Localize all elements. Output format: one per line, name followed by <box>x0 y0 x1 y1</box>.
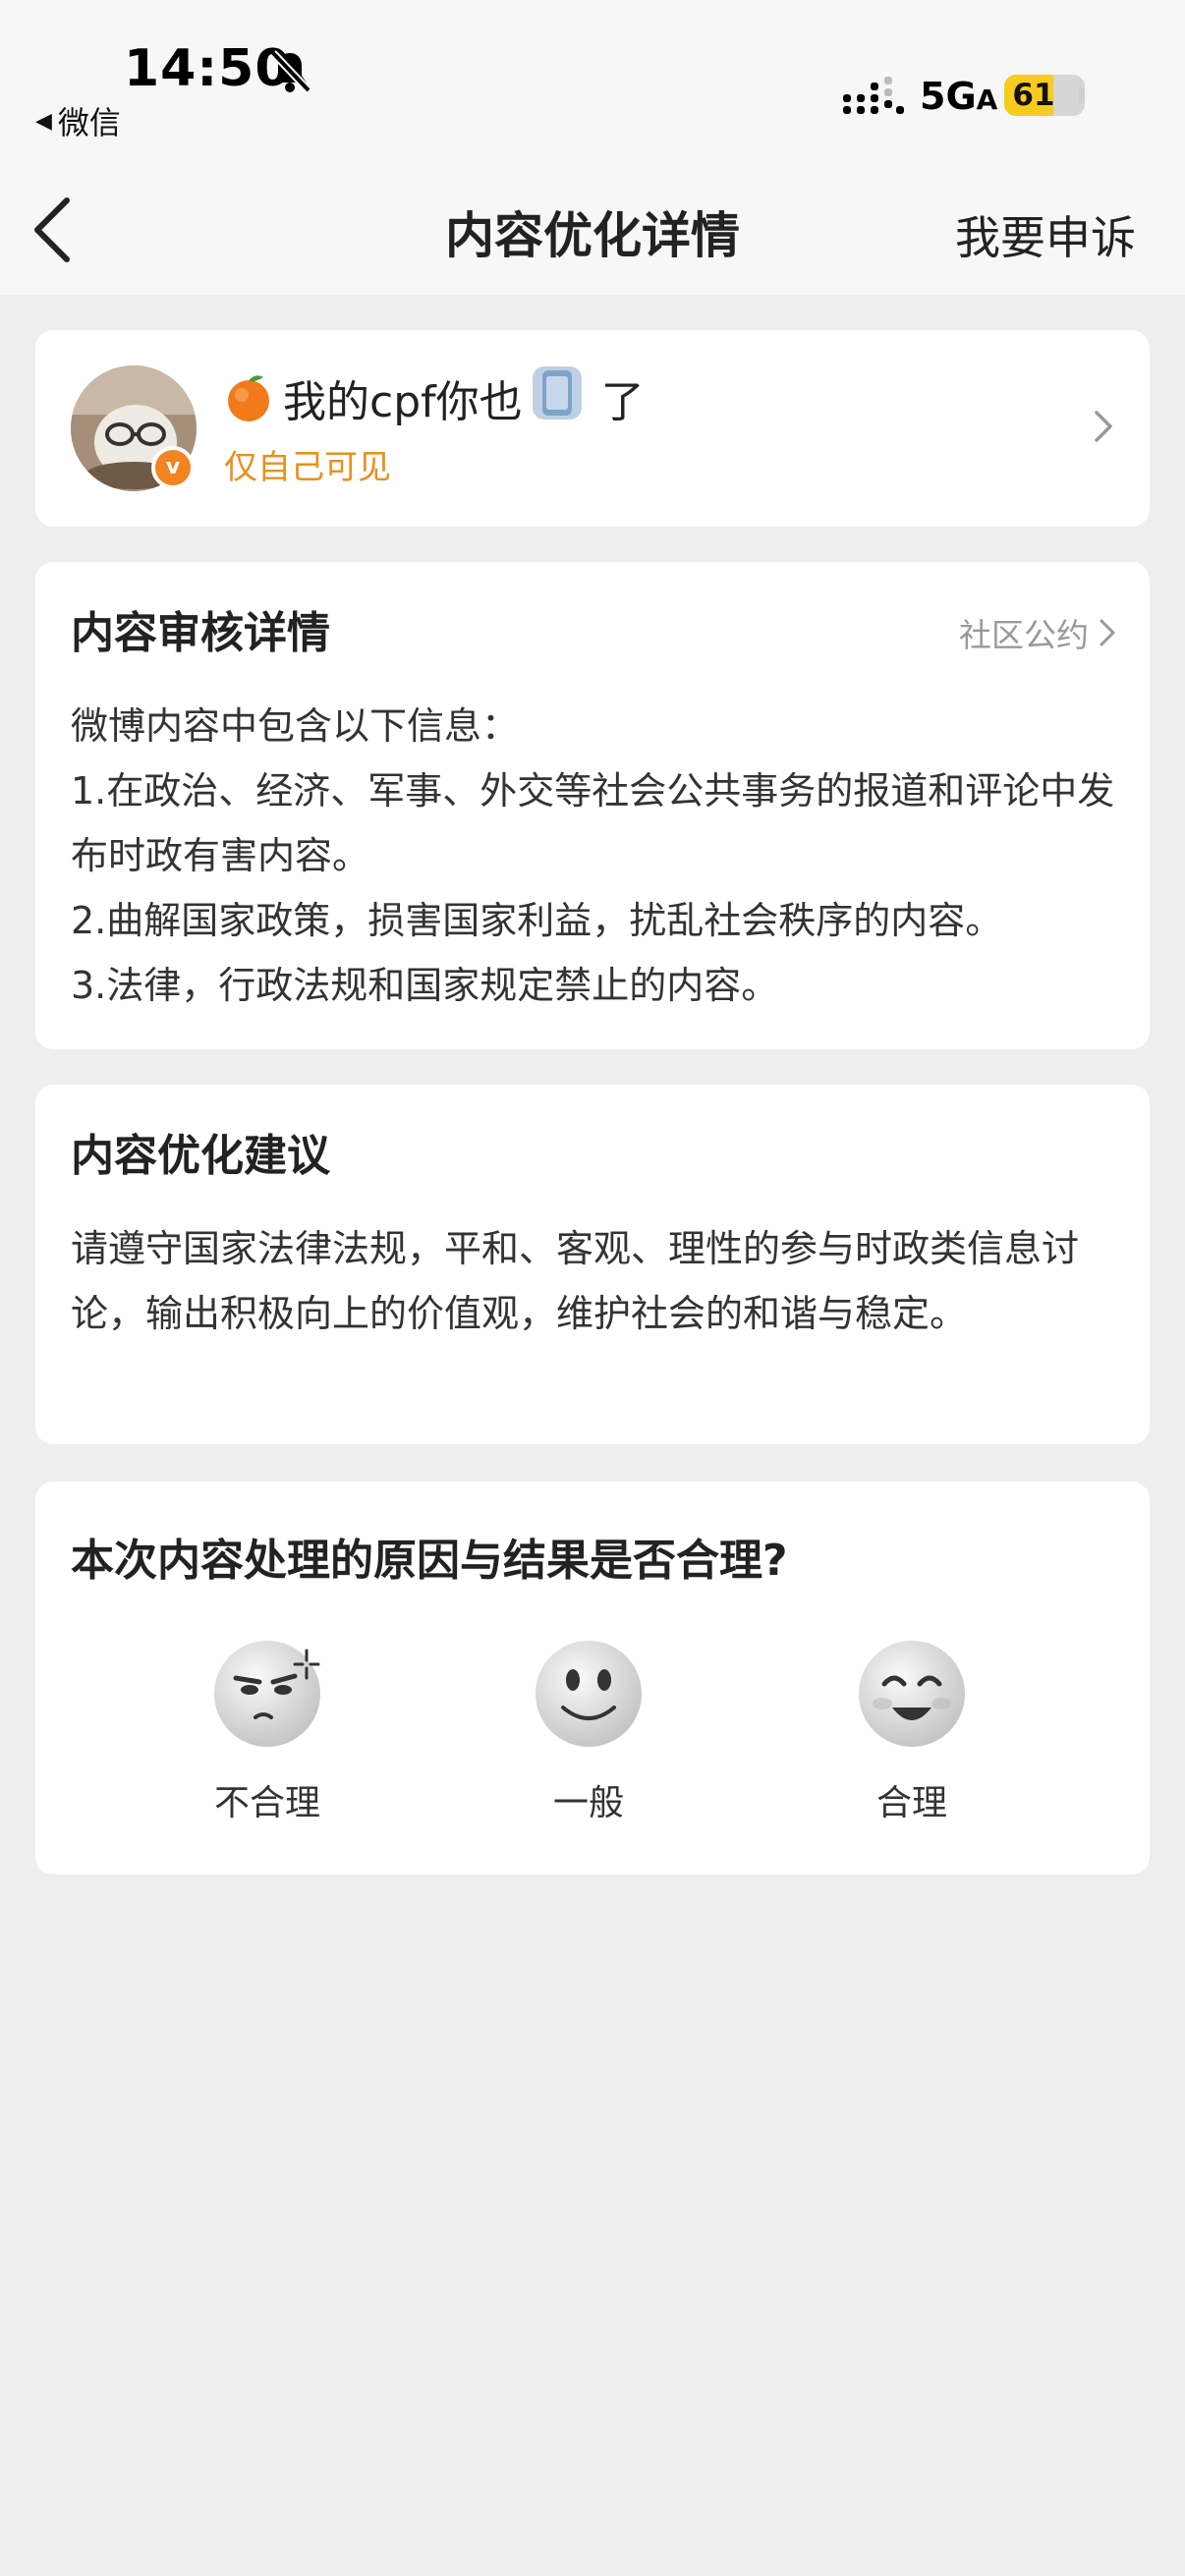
visibility-label: 仅自己可见 <box>224 448 391 487</box>
post-title-suffix: 了 <box>600 377 645 427</box>
status-time: 14:50 <box>124 39 292 98</box>
battery-tip <box>1079 87 1085 103</box>
review-details-card: 内容审核详情 社区公约 微博内容中包含以下信息： 1.在政治、经济、军事、外交等… <box>35 562 1150 1049</box>
chevron-right-icon <box>1100 619 1115 646</box>
community-guidelines-link[interactable]: 社区公约 <box>959 609 1116 656</box>
feedback-option-label: 不合理 <box>213 1783 320 1823</box>
feedback-option-label: 一般 <box>552 1783 624 1823</box>
feedback-option-label: 合理 <box>875 1783 947 1823</box>
feedback-option-neutral[interactable]: 一般 <box>480 1639 697 1825</box>
phone-emoji-icon <box>529 363 595 434</box>
review-line: 1.在政治、经济、军事、外交等社会公共事务的报道和评论中发布时政有害内容。 <box>71 769 1115 877</box>
orange-emoji-icon <box>228 375 269 421</box>
review-body: 微博内容中包含以下信息： 1.在政治、经济、军事、外交等社会公共事务的报道和评论… <box>71 694 1122 1018</box>
back-triangle-icon: ◀ <box>35 108 52 134</box>
angry-face-icon <box>214 1641 320 1747</box>
post-title: 我的cpf你也 了 <box>224 365 645 428</box>
back-app-label: 微信 <box>57 104 121 141</box>
suggestion-text: 请遵守国家法律法规，平和、客观、理性的参与时政类信息讨论，输出积极向上的价值观，… <box>71 1227 1080 1335</box>
neutral-face-icon <box>536 1641 642 1747</box>
signal-icon <box>843 77 904 120</box>
review-title: 内容审核详情 <box>71 608 330 658</box>
smiling-face-icon <box>859 1641 965 1747</box>
battery-indicator: 61 <box>1004 75 1085 116</box>
battery-level: 61 <box>1012 78 1055 113</box>
appeal-button[interactable]: 我要申诉 <box>955 202 1136 267</box>
suggestion-card: 内容优化建议 请遵守国家法律法规，平和、客观、理性的参与时政类信息讨论，输出积极… <box>35 1085 1150 1444</box>
verified-badge-icon: v <box>151 446 195 489</box>
post-card[interactable]: v 我的cpf你也 了 仅自己可见 <box>35 330 1150 527</box>
bell-muted-icon <box>267 49 312 98</box>
community-guidelines-label: 社区公约 <box>959 616 1089 654</box>
feedback-option-reasonable[interactable]: 合理 <box>804 1639 1020 1825</box>
review-line: 3.法律，行政法规和国家规定禁止的内容。 <box>71 964 779 1007</box>
feedback-question: 本次内容处理的原因与结果是否合理? <box>71 1536 788 1586</box>
post-title-prefix: 我的cpf你也 <box>283 377 523 427</box>
suggestion-title: 内容优化建议 <box>71 1131 330 1181</box>
review-line: 2.曲解国家政策，损害国家利益，扰乱社会秩序的内容。 <box>71 899 1003 942</box>
review-line: 微博内容中包含以下信息： <box>71 704 520 748</box>
back-to-app-button[interactable]: ◀ 微信 <box>35 98 121 143</box>
chevron-right-icon <box>1093 409 1114 448</box>
feedback-card: 本次内容处理的原因与结果是否合理? 不合理 一般 合理 <box>35 1482 1150 1875</box>
network-type: 5GA <box>920 75 998 118</box>
feedback-option-unreasonable[interactable]: 不合理 <box>159 1639 375 1825</box>
